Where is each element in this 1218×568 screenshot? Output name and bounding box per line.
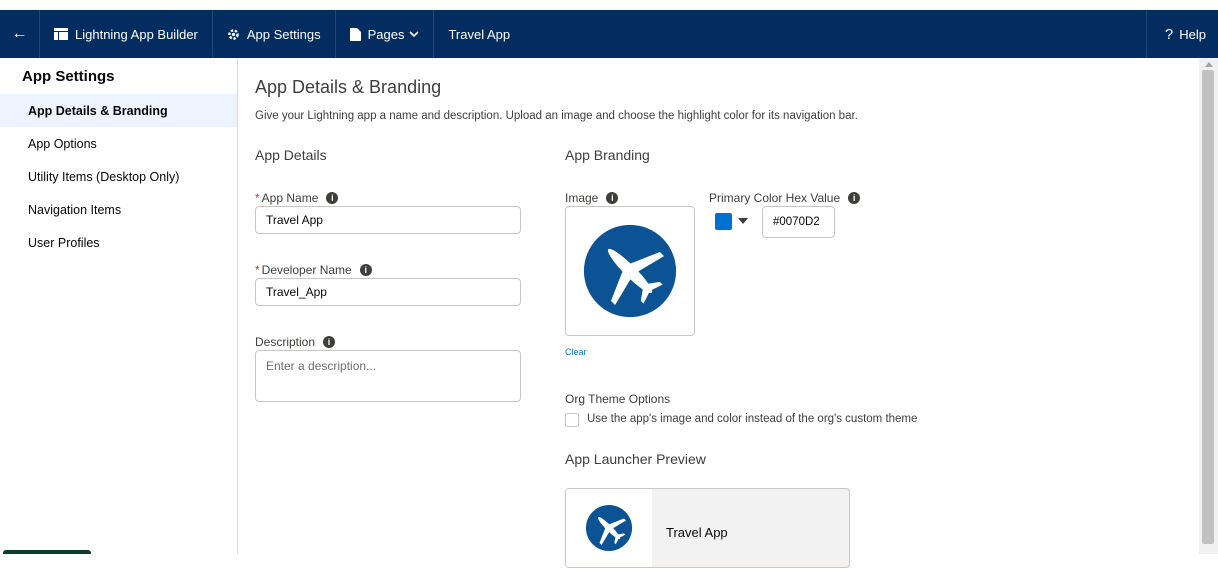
app-launcher-preview-card: Travel App (565, 488, 850, 568)
pages-dropdown[interactable]: Pages (336, 10, 435, 58)
main-panel: App Details & Branding Give your Lightni… (239, 58, 1199, 568)
lightning-app-builder-menu[interactable]: Lightning App Builder (40, 10, 213, 58)
app-details-heading: App Details (255, 147, 327, 163)
description-label: Description i (255, 335, 336, 349)
question-icon: ? (1164, 25, 1174, 43)
color-picker-button[interactable] (709, 205, 755, 237)
help-button[interactable]: ? Help (1145, 10, 1218, 58)
app-launcher-preview-heading: App Launcher Preview (565, 451, 706, 467)
app-branding-heading: App Branding (565, 147, 650, 163)
pages-label: Pages (367, 26, 405, 42)
color-hex-input[interactable]: #0070D2 (762, 206, 835, 238)
developer-name-label-text: Developer Name (261, 263, 352, 277)
sidebar-bottom-button[interactable] (3, 550, 91, 554)
app-settings-button[interactable]: App Settings (213, 10, 336, 58)
info-icon[interactable]: i (323, 336, 336, 348)
preview-icon-area (566, 489, 652, 567)
sidebar-item-navigation-items[interactable]: Navigation Items (0, 193, 237, 226)
lightning-app-builder-label: Lightning App Builder (75, 26, 198, 42)
gear-icon (228, 28, 239, 40)
developer-name-input[interactable]: Travel_App (255, 278, 521, 306)
app-image-upload[interactable] (565, 206, 695, 336)
app-name-label: * App Name i (255, 191, 339, 205)
chevron-down-icon (409, 30, 420, 37)
info-icon[interactable]: i (606, 192, 619, 204)
preview-app-name: Travel App (666, 525, 728, 540)
airplane-icon (583, 224, 677, 318)
info-icon[interactable]: i (326, 192, 339, 204)
description-textarea[interactable] (255, 350, 521, 402)
page-icon (349, 27, 361, 41)
help-label: Help (1179, 26, 1206, 42)
primary-color-label-text: Primary Color Hex Value (709, 191, 841, 205)
sidebar-item-app-details-branding[interactable]: App Details & Branding (0, 94, 237, 127)
sidebar-item-utility-items[interactable]: Utility Items (Desktop Only) (0, 160, 237, 193)
color-swatch (715, 212, 732, 230)
description-label-text: Description (255, 335, 316, 349)
sidebar-item-user-profiles[interactable]: User Profiles (0, 226, 237, 259)
info-icon[interactable]: i (359, 264, 372, 276)
scrollbar-thumb[interactable] (1202, 70, 1214, 544)
image-label-text: Image (565, 191, 599, 205)
table-icon (54, 28, 68, 40)
settings-sidebar: App Settings App Details & Branding App … (0, 58, 238, 554)
required-marker: * (255, 191, 260, 205)
sidebar-item-app-options[interactable]: App Options (0, 127, 237, 160)
app-settings-label: App Settings (246, 26, 321, 42)
clear-image-link[interactable]: Clear (565, 347, 587, 357)
primary-color-label: Primary Color Hex Value i (709, 191, 861, 205)
current-app-label: Travel App (448, 26, 511, 42)
scroll-up-arrow-icon[interactable] (1205, 62, 1213, 67)
airplane-icon (585, 504, 633, 552)
current-app-name: Travel App (434, 10, 524, 58)
back-button[interactable]: ← (0, 10, 40, 58)
builder-header: ← Lightning App Builder App Settings Pag… (0, 10, 1218, 58)
info-icon[interactable]: i (848, 192, 861, 204)
sidebar-title: App Settings (22, 68, 115, 85)
vertical-scrollbar[interactable] (1199, 58, 1218, 554)
arrow-left-icon: ← (11, 25, 28, 42)
developer-name-label: * Developer Name i (255, 263, 372, 277)
org-theme-label: Org Theme Options (565, 392, 671, 406)
required-marker: * (255, 263, 260, 277)
page-title: App Details & Branding (255, 77, 442, 97)
caret-down-icon (738, 218, 748, 224)
app-name-input[interactable]: Travel App (255, 206, 521, 234)
app-name-label-text: App Name (261, 191, 319, 205)
image-label: Image i (565, 191, 619, 205)
org-theme-checkbox-label[interactable]: Use the app's image and color instead of… (587, 413, 917, 425)
page-description: Give your Lightning app a name and descr… (255, 110, 858, 122)
org-theme-checkbox[interactable] (565, 413, 579, 427)
